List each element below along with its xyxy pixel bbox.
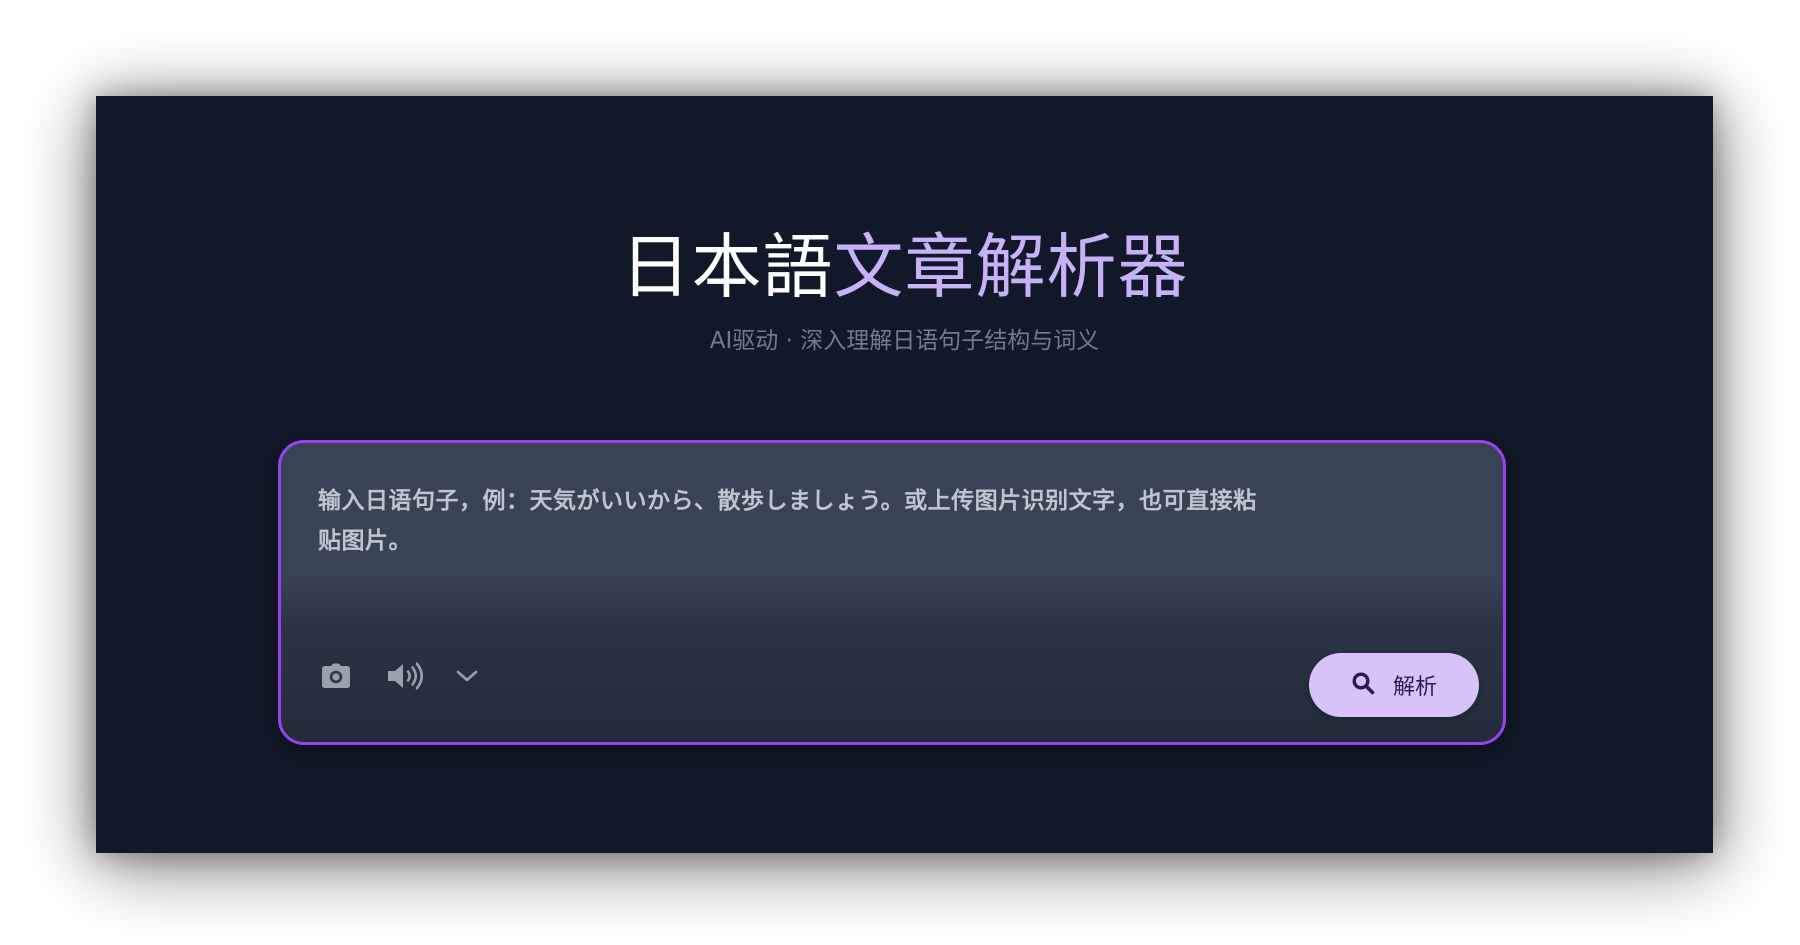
search-icon [1351, 671, 1375, 699]
chevron-down-icon [456, 669, 478, 683]
analyze-button-label: 解析 [1392, 675, 1437, 700]
app-window: 日本語文章解析器 AI驱动 · 深入理解日语句子结构与词义 输入日语句子，例：天… [96, 96, 1713, 853]
camera-icon [321, 663, 351, 689]
voice-options-dropdown[interactable] [453, 655, 481, 697]
analyze-button[interactable]: 解析 [1309, 653, 1479, 717]
title-part-accent: 文章解析器 [833, 226, 1189, 308]
page-title: 日本語文章解析器 [96, 232, 1713, 302]
speaker-button[interactable] [384, 655, 428, 697]
sentence-input[interactable]: 输入日语句子，例：天気がいいから、散歩しましょう。或上传图片识别文字，也可直接粘… [318, 481, 1263, 561]
sentence-input-card: 输入日语句子，例：天気がいいから、散歩しましょう。或上传图片识别文字，也可直接粘… [278, 440, 1506, 745]
input-toolbar [317, 655, 481, 697]
camera-button[interactable] [317, 655, 355, 697]
page-backdrop: 日本語文章解析器 AI驱动 · 深入理解日语句子结构与词义 输入日语句子，例：天… [0, 0, 1800, 945]
page-subtitle: AI驱动 · 深入理解日语句子结构与词义 [709, 328, 1100, 354]
speaker-icon [386, 662, 426, 690]
title-part-primary: 日本語 [620, 226, 834, 308]
